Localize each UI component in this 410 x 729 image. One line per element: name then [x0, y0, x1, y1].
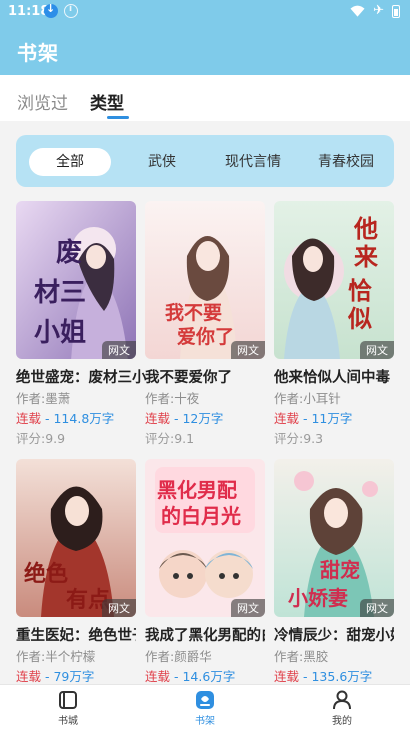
book-status: 连载 - 79万字: [16, 669, 95, 684]
book-author: 作者:半个柠檬: [16, 649, 96, 664]
svg-text:爱你了: 爱你了: [177, 325, 234, 348]
svg-text:绝色: 绝色: [24, 561, 68, 587]
book-author: 作者:黑胶: [274, 649, 329, 664]
nav-label: 我的: [332, 716, 352, 727]
svg-text:黑化男配: 黑化男配: [157, 478, 237, 502]
tab-type[interactable]: 类型: [90, 89, 124, 114]
nav-label: 书架: [195, 716, 215, 727]
book-state: 连载: [145, 411, 171, 426]
book-cover[interactable]: 甜宠 小娇妻 网文: [274, 459, 394, 617]
book-title[interactable]: 冷情辰少：甜宠小娇妻: [274, 624, 394, 645]
book-state: 连载: [16, 669, 42, 684]
book-state: 连载: [16, 411, 42, 426]
book-author: 作者:颜爵华: [145, 649, 212, 664]
book-word-count: 14.6万字: [182, 669, 236, 684]
book-status: 连载 - 135.6万字: [274, 669, 373, 684]
airplane-icon: ✈: [373, 3, 384, 18]
battery-icon: [392, 4, 400, 18]
bookshelf-icon: [196, 691, 214, 709]
book-cover[interactable]: 黑化男配 的白月光 网文: [145, 459, 265, 617]
book-state: 连载: [145, 669, 171, 684]
page-title: 书架: [17, 41, 59, 65]
book-title[interactable]: 绝世盛宠：废材三小姐: [16, 366, 146, 387]
wifi-icon: [350, 5, 365, 17]
svg-text:废: 废: [56, 237, 82, 268]
book-score: 评分:9.3: [274, 431, 324, 446]
filter-campus[interactable]: 青春校园: [306, 148, 386, 176]
book-cover[interactable]: 他 来 恰 似 网文: [274, 201, 394, 359]
cover-badge: 网文: [360, 599, 394, 617]
info-icon: [64, 4, 78, 18]
active-tab-indicator: [107, 116, 129, 119]
book-state: 连载: [274, 411, 300, 426]
filter-wuxia[interactable]: 武侠: [134, 148, 190, 176]
book-score: 评分:9.1: [145, 431, 195, 446]
cover-art: 黑化男配 的白月光: [145, 459, 265, 617]
cover-badge: 网文: [231, 599, 265, 617]
filter-all[interactable]: 全部: [29, 148, 111, 176]
svg-text:来: 来: [354, 242, 379, 271]
book-author: 作者:小耳针: [274, 391, 341, 406]
app-header: 11:18 ✈ 书架: [0, 0, 410, 75]
book-cover[interactable]: 我不要 爱你了 网文: [145, 201, 265, 359]
svg-text:小姐: 小姐: [34, 318, 86, 348]
cover-badge: 网文: [231, 341, 265, 359]
status-bar: 11:18 ✈: [0, 0, 410, 24]
bottom-nav: 书城 书架 我的: [0, 684, 410, 729]
book-word-count: 114.8万字: [53, 411, 115, 426]
nav-profile[interactable]: 我的: [312, 690, 372, 727]
book-author: 作者:十夜: [145, 391, 200, 406]
svg-text:材三: 材三: [34, 278, 86, 308]
book-word-count: 11万字: [311, 411, 353, 426]
svg-text:的白月光: 的白月光: [161, 504, 241, 528]
book-word-count: 79万字: [53, 669, 95, 684]
book-title[interactable]: 我成了黑化男配的白月光: [145, 624, 265, 645]
book-status: 连载 - 11万字: [274, 411, 353, 426]
book-status: 连载 - 114.8万字: [16, 411, 115, 426]
cover-badge: 网文: [102, 341, 136, 359]
book-word-count: 135.6万字: [311, 669, 373, 684]
book-cover[interactable]: 绝色 有点 网文: [16, 459, 136, 617]
book-status: 连载 - 14.6万字: [145, 669, 236, 684]
cover-art: 他 来 恰 似: [274, 201, 394, 359]
nav-bookshelf[interactable]: 书架: [175, 690, 235, 727]
book-cover[interactable]: 废 材三 小姐 网文: [16, 201, 136, 359]
book-word-count: 12万字: [182, 411, 224, 426]
download-icon: [44, 2, 58, 18]
category-filter: 全部 武侠 现代言情 青春校园: [16, 135, 394, 187]
nav-book-city[interactable]: 书城: [38, 690, 98, 727]
filter-modern-romance[interactable]: 现代言情: [208, 148, 298, 176]
book-title[interactable]: 重生医妃：绝色世子妃有点狂: [16, 624, 136, 645]
profile-icon: [333, 690, 351, 710]
book-author: 作者:墨萧: [16, 391, 71, 406]
top-tabs: 浏览过 类型: [0, 75, 410, 121]
tab-browsed[interactable]: 浏览过: [17, 89, 68, 114]
svg-text:小娇妻: 小娇妻: [288, 586, 348, 610]
svg-text:似: 似: [347, 304, 372, 333]
book-title[interactable]: 他来恰似人间中毒: [274, 366, 404, 387]
cover-art: 绝色 有点: [16, 459, 136, 617]
svg-text:我不要: 我不要: [165, 302, 222, 324]
cover-badge: 网文: [102, 599, 136, 617]
cover-art: 甜宠 小娇妻: [274, 459, 394, 617]
book-score: 评分:9.9: [16, 431, 66, 446]
cover-art: 我不要 爱你了: [145, 201, 265, 359]
book-city-icon: [59, 691, 77, 709]
book-state: 连载: [274, 669, 300, 684]
svg-text:他: 他: [353, 214, 378, 243]
cover-art: 废 材三 小姐: [16, 201, 136, 359]
cover-badge: 网文: [360, 341, 394, 359]
svg-text:甜宠: 甜宠: [320, 558, 360, 582]
svg-text:恰: 恰: [348, 276, 372, 305]
book-title[interactable]: 我不要爱你了: [145, 366, 275, 387]
nav-label: 书城: [58, 716, 78, 727]
book-status: 连载 - 12万字: [145, 411, 224, 426]
